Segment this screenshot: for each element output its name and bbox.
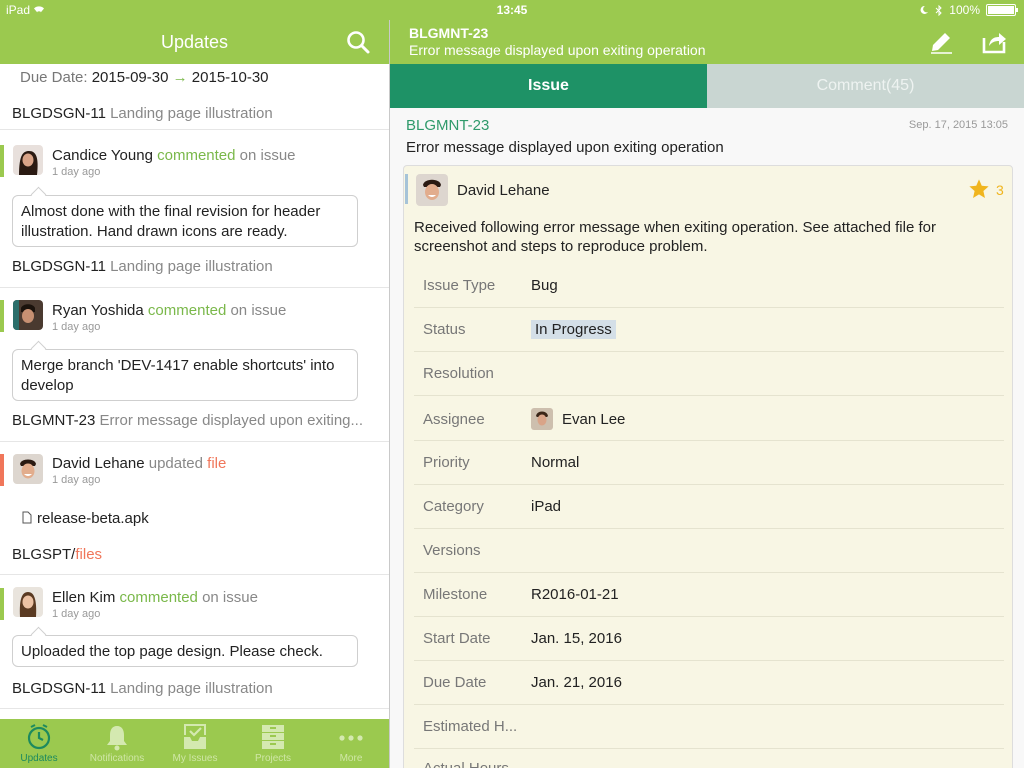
tab-updates[interactable]: Updates: [0, 719, 78, 768]
star-icon[interactable]: [968, 178, 990, 200]
updates-feed[interactable]: Due Date: 2015-09-30 → 2015-10-30 BLGDSG…: [0, 64, 389, 719]
updates-header: Updates: [0, 20, 389, 64]
avatar: [13, 145, 43, 175]
issue-detail[interactable]: BLGMNT-23 Sep. 17, 2015 13:05 Error mess…: [390, 108, 1024, 768]
issue-header: BLGMNT-23 Error message displayed upon e…: [390, 20, 1024, 64]
status-bar: iPad 13:45 100%: [0, 0, 1024, 20]
issue-title: Error message displayed upon exiting ope…: [406, 139, 724, 156]
due-date-change: Due Date: 2015-09-30 → 2015-10-30: [20, 69, 269, 86]
pencil-icon[interactable]: [928, 29, 954, 55]
bluetooth-icon: [935, 4, 943, 16]
timestamp: 1 day ago: [52, 166, 101, 178]
bell-icon: [107, 726, 127, 751]
timestamp: 1 day ago: [52, 474, 101, 486]
tab-my-issues[interactable]: My Issues: [156, 719, 234, 768]
timestamp: 1 day ago: [52, 608, 101, 620]
card-accent: [405, 174, 408, 204]
tab-issue[interactable]: Issue: [390, 64, 707, 108]
issue-key[interactable]: BLGMNT-23: [406, 117, 489, 134]
issue-description: Received following error message when ex…: [414, 219, 936, 255]
file-attachment[interactable]: release-beta.apk: [22, 510, 149, 527]
tab-projects[interactable]: Projects: [234, 719, 312, 768]
activity-text: Ellen Kim commented on issue: [52, 589, 258, 606]
comment-bubble: Uploaded the top page design. Please che…: [12, 635, 358, 667]
avatar: [13, 454, 43, 484]
inbox-check-icon: [184, 724, 206, 749]
issue-key-title: BLGMNT-23: [409, 25, 489, 41]
issue-date: Sep. 17, 2015 13:05: [908, 119, 1008, 131]
avatar: [531, 408, 553, 430]
property-row: Assignee Evan Lee: [414, 395, 1004, 441]
issue-reference[interactable]: BLGDSGN-11 Landing page illustration: [12, 105, 273, 122]
assignee-name: Evan Lee: [562, 411, 626, 428]
property-row: Start Date Jan. 15, 2016: [414, 616, 1004, 661]
activity-text: Candice Young commented on issue: [52, 147, 296, 164]
more-dots-icon: [339, 735, 363, 741]
list-item[interactable]: Ryan Yoshida commented on issue 1 day ag…: [0, 287, 389, 442]
avatar: [13, 300, 43, 330]
status-badge: In Progress: [531, 320, 616, 339]
list-item[interactable]: Candice Young commented on issue 1 day a…: [0, 129, 389, 288]
file-icon: [22, 511, 32, 524]
share-icon[interactable]: [980, 28, 1008, 56]
issue-reference[interactable]: BLGDSGN-11 Landing page illustration: [12, 258, 273, 275]
project-files-link[interactable]: BLGSPT/files: [12, 546, 102, 563]
issue-reference[interactable]: BLGDSGN-11 Landing page illustration: [12, 680, 273, 697]
avatar: [416, 174, 448, 206]
activity-text: Ryan Yoshida commented on issue: [52, 302, 287, 319]
moon-icon: [920, 5, 929, 14]
activity-accent: [0, 454, 4, 486]
property-row: Issue Type Bug: [414, 263, 1004, 308]
issue-reference[interactable]: BLGMNT-23 Error message displayed upon e…: [12, 412, 363, 429]
tab-notifications[interactable]: Notifications: [78, 719, 156, 768]
reporter-name: David Lehane: [457, 182, 550, 199]
battery-percent: 100%: [949, 3, 980, 17]
issue-subtitle: Error message displayed upon exiting ope…: [409, 42, 706, 58]
split-divider: [389, 20, 390, 768]
avatar: [13, 587, 43, 617]
property-row: Actual Hours: [414, 748, 1004, 768]
activity-accent: [0, 145, 4, 177]
activity-text: David Lehane updated file: [52, 455, 227, 472]
property-row: Category iPad: [414, 484, 1004, 529]
drawer-icon: [262, 725, 284, 749]
tab-more[interactable]: More: [312, 719, 390, 768]
comment-bubble: Merge branch 'DEV-1417 enable shortcuts'…: [12, 349, 358, 401]
property-row: Priority Normal: [414, 440, 1004, 485]
property-row: Status In Progress: [414, 307, 1004, 352]
issue-card: David Lehane 3 Received following error …: [403, 165, 1013, 768]
battery-icon: [986, 4, 1018, 16]
property-row: Versions: [414, 528, 1004, 573]
property-row: Milestone R2016-01-21: [414, 572, 1004, 617]
bottom-tab-bar: Updates Notifications My Issues Projects: [0, 719, 389, 768]
property-row: Estimated H...: [414, 704, 1004, 749]
clock-icon: [27, 724, 51, 750]
comment-bubble: Almost done with the final revision for …: [12, 195, 358, 247]
page-title: Updates: [160, 32, 229, 52]
property-row: Due Date Jan. 21, 2016: [414, 660, 1004, 705]
activity-accent: [0, 300, 4, 332]
property-row: Resolution: [414, 351, 1004, 396]
timestamp: 1 day ago: [52, 321, 101, 333]
list-item[interactable]: Ellen Kim commented on issue 1 day ago U…: [0, 574, 389, 709]
search-icon[interactable]: [345, 29, 371, 55]
list-item[interactable]: Due Date: 2015-09-30 → 2015-10-30 BLGDSG…: [0, 64, 389, 130]
list-item[interactable]: David Lehane updated file 1 day ago rele…: [0, 441, 389, 575]
tab-comments[interactable]: Comment(45): [707, 64, 1024, 108]
star-count: 3: [996, 182, 1004, 198]
activity-accent: [0, 588, 4, 620]
status-time: 13:45: [496, 3, 528, 17]
